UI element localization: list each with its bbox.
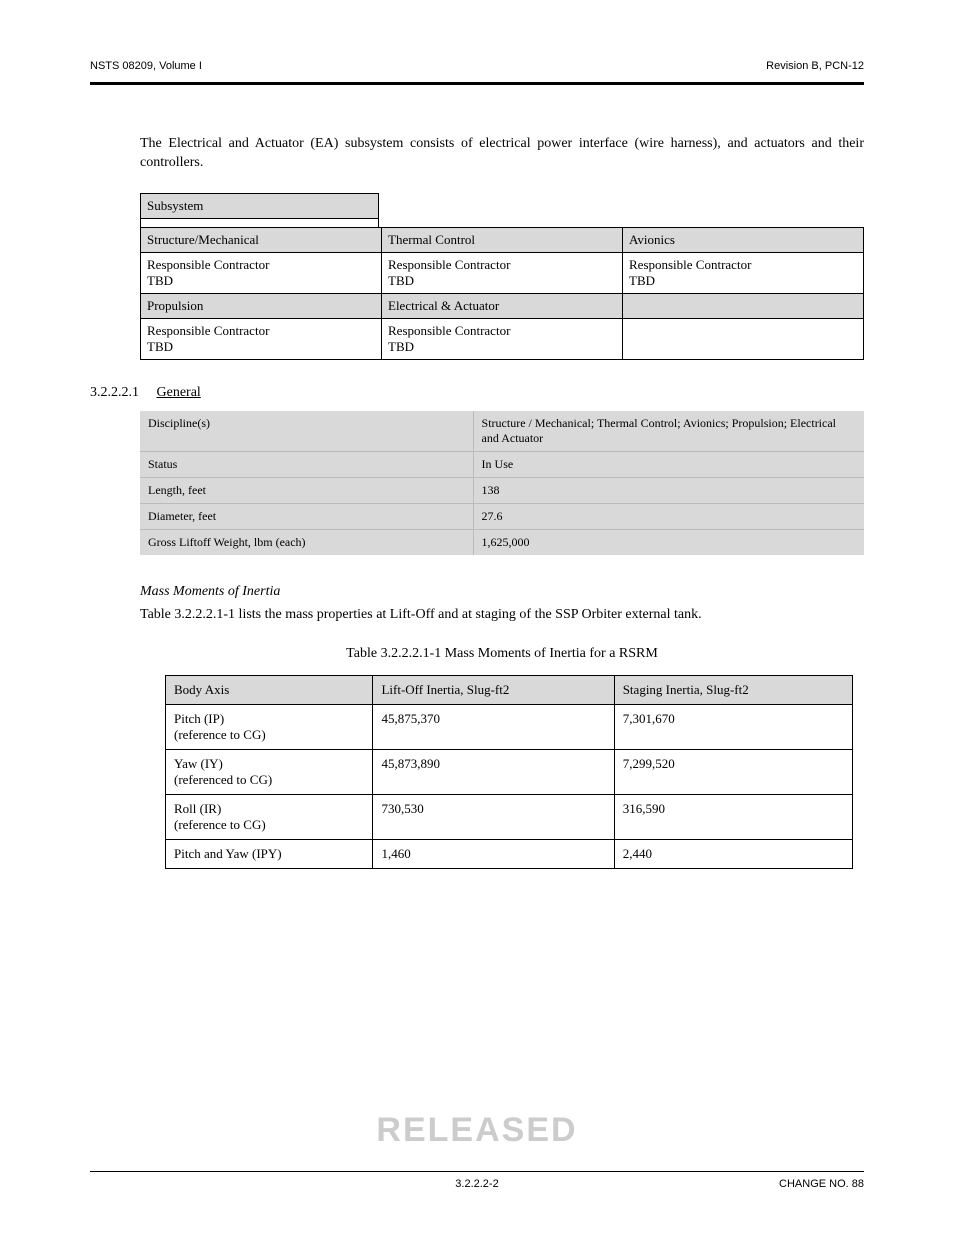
table-row: Length, feet 138 (140, 477, 864, 503)
table-header: Staging Inertia, Slug-ft2 (614, 676, 852, 705)
table-cell: Diameter, feet (140, 503, 473, 529)
subsystem-table-1: Structure/Mechanical Thermal Control Avi… (140, 227, 864, 360)
table-cell: 1,625,000 (473, 529, 864, 555)
table-cell: Yaw (IY) (referenced to CG) (166, 750, 373, 795)
inertia-table: Body Axis Lift-Off Inertia, Slug-ft2 Sta… (165, 675, 853, 869)
table-cell: Gross Liftoff Weight, lbm (each) (140, 529, 473, 555)
table-cell: Responsible ContractorTBD (382, 318, 623, 359)
table-row: Pitch (IP) (reference to CG) 45,875,370 … (166, 705, 853, 750)
table-header: Body Axis (166, 676, 373, 705)
table-cell: 45,873,890 (373, 750, 614, 795)
table-row: Roll (IR) (reference to CG) 730,530 316,… (166, 795, 853, 840)
table-row: Status In Use (140, 451, 864, 477)
table-cell (623, 318, 864, 359)
table-cell: Responsible ContractorTBD (141, 318, 382, 359)
table-row: Discipline(s) Structure / Mechanical; Th… (140, 411, 864, 452)
table-cell: Length, feet (140, 477, 473, 503)
mass-moments-title: Mass Moments of Inertia (140, 583, 864, 602)
table-cell: 316,590 (614, 795, 852, 840)
table-row: Yaw (IY) (referenced to CG) 45,873,890 7… (166, 750, 853, 795)
table-cell: Thermal Control (382, 227, 623, 252)
table-cell: 7,301,670 (614, 705, 852, 750)
table-cell: 2,440 (614, 840, 852, 869)
table-cell: 27.6 (473, 503, 864, 529)
footer-right: CHANGE NO. 88 (664, 1178, 864, 1190)
table-cell: Responsible ContractorTBD (623, 252, 864, 293)
header-left: NSTS 08209, Volume I (90, 60, 202, 72)
table-cell: 1,460 (373, 840, 614, 869)
table-cell: Status (140, 451, 473, 477)
table-cell: Propulsion (141, 293, 382, 318)
table-cell: Responsible ContractorTBD (382, 252, 623, 293)
footer-page-number: 3.2.2.2-2 (290, 1178, 664, 1190)
subsystem-header-cell: Subsystem (141, 193, 379, 218)
table-cell: 7,299,520 (614, 750, 852, 795)
page-footer: 3.2.2.2-2 CHANGE NO. 88 (90, 1163, 864, 1190)
table-row: Diameter, feet 27.6 (140, 503, 864, 529)
table-cell: Structure / Mechanical; Thermal Control;… (473, 411, 864, 452)
header-right: Revision B, PCN-12 (766, 60, 864, 72)
section-number: 3.2.2.2.1 (90, 385, 139, 400)
table-row: Pitch and Yaw (IPY) 1,460 2,440 (166, 840, 853, 869)
table-cell: Pitch (IP) (reference to CG) (166, 705, 373, 750)
general-properties-table: Discipline(s) Structure / Mechanical; Th… (140, 411, 864, 555)
table-cell: Avionics (623, 227, 864, 252)
section-title: General (157, 385, 201, 400)
table-cell: Responsible ContractorTBD (141, 252, 382, 293)
table-caption: Table 3.2.2.2.1-1 Mass Moments of Inerti… (140, 645, 864, 664)
header-rule (90, 82, 864, 85)
table-cell: Electrical & Actuator (382, 293, 623, 318)
section-heading-general: 3.2.2.2.1 General (90, 385, 864, 401)
table-cell: Pitch and Yaw (IPY) (166, 840, 373, 869)
table-header: Lift-Off Inertia, Slug-ft2 (373, 676, 614, 705)
table-cell: Structure/Mechanical (141, 227, 382, 252)
table-cell: 45,875,370 (373, 705, 614, 750)
table-cell: 730,530 (373, 795, 614, 840)
table-cell: Discipline(s) (140, 411, 473, 452)
table-cell: Roll (IR) (reference to CG) (166, 795, 373, 840)
table-cell: In Use (473, 451, 864, 477)
table-cell (623, 293, 864, 318)
footer-rule (90, 1171, 864, 1172)
subsystem-header-table: Subsystem (140, 193, 379, 228)
table-row: Gross Liftoff Weight, lbm (each) 1,625,0… (140, 529, 864, 555)
release-stamp: RELEASED (0, 1111, 954, 1150)
mass-moments-paragraph: Table 3.2.2.2.1-1 lists the mass propert… (140, 606, 864, 625)
intro-paragraph: The Electrical and Actuator (EA) subsyst… (140, 135, 864, 173)
table-cell: 138 (473, 477, 864, 503)
footer-left (90, 1178, 290, 1190)
